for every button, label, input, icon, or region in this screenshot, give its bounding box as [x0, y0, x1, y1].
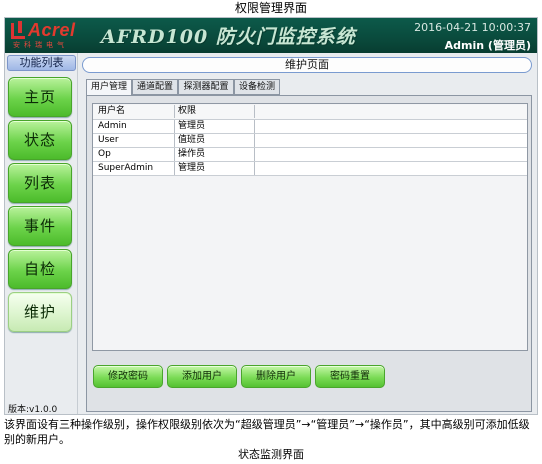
column-header-permission: 权限: [175, 105, 255, 118]
system-title: AFRD100 防火门监控系统: [101, 26, 356, 48]
caption-top: 权限管理界面: [234, 1, 307, 15]
table-row[interactable]: SuperAdmin 管理员: [93, 161, 527, 175]
cell-blank: [255, 148, 335, 161]
cell-permission: 管理员: [175, 120, 255, 133]
sidebar: 功能列表 主页 状态 列表 事件 自检 维护 版本:v1.0.0: [5, 53, 78, 415]
sidebar-item-list[interactable]: 列表: [8, 163, 72, 203]
user-table[interactable]: 用户名 权限 Admin 管理员 User 值班员 Op 操作员 SuperAd…: [92, 103, 528, 351]
sidebar-item-maintenance[interactable]: 维护: [8, 292, 72, 332]
cell-username: User: [95, 134, 175, 147]
caption-bottom: 状态监测界面: [238, 448, 304, 461]
reset-password-button[interactable]: 密码重置: [315, 365, 385, 388]
main-area: 维护页面 用户管理 通道配置 探测器配置 设备检测 用户名 权限 Admin 管…: [82, 57, 534, 412]
cell-permission: 管理员: [175, 162, 255, 175]
column-header-blank: [255, 105, 335, 118]
acrel-logo: Acrel 安科瑞电气: [11, 20, 89, 49]
description-text: 该界面设有三种操作级别，操作权限级别依次为“超级管理员”→“管理员”→“操作员”…: [4, 418, 530, 446]
add-user-button[interactable]: 添加用户: [167, 365, 237, 388]
cell-username: Admin: [95, 120, 175, 133]
version-label: 版本:v1.0.0: [8, 405, 58, 415]
tab-content-panel: 用户名 权限 Admin 管理员 User 值班员 Op 操作员 SuperAd…: [86, 95, 532, 412]
page-title: 维护页面: [82, 57, 532, 73]
change-password-button[interactable]: 修改密码: [93, 365, 163, 388]
logo-text: Acrel: [28, 20, 76, 40]
datetime-display: 2016-04-21 10:00:37: [414, 21, 531, 34]
tab-detector-config[interactable]: 探测器配置: [178, 79, 234, 95]
cell-blank: [255, 162, 335, 175]
sidebar-item-selftest[interactable]: 自检: [8, 249, 72, 289]
tab-device-check[interactable]: 设备检测: [234, 79, 280, 95]
cell-username: SuperAdmin: [95, 162, 175, 175]
delete-user-button[interactable]: 删除用户: [241, 365, 311, 388]
title-bar: Acrel 安科瑞电气 AFRD100 防火门监控系统 2016-04-21 1…: [5, 18, 537, 53]
cell-permission: 值班员: [175, 134, 255, 147]
table-divider: [93, 175, 527, 176]
sidebar-item-events[interactable]: 事件: [8, 206, 72, 246]
logo-subtext: 安科瑞电气: [13, 41, 68, 49]
cell-blank: [255, 134, 335, 147]
cell-username: Op: [95, 148, 175, 161]
tab-user-management[interactable]: 用户管理: [86, 79, 132, 96]
table-header: 用户名 权限: [93, 105, 527, 119]
cell-blank: [255, 120, 335, 133]
column-header-username: 用户名: [95, 105, 175, 118]
table-row[interactable]: Admin 管理员: [93, 119, 527, 133]
sidebar-title: 功能列表: [7, 55, 76, 71]
sidebar-item-status[interactable]: 状态: [8, 120, 72, 160]
table-row[interactable]: Op 操作员: [93, 147, 527, 161]
cell-permission: 操作员: [175, 148, 255, 161]
tab-channel-config[interactable]: 通道配置: [132, 79, 178, 95]
sidebar-item-home[interactable]: 主页: [8, 77, 72, 117]
logo-mark-icon: [11, 21, 25, 39]
app-window: Acrel 安科瑞电气 AFRD100 防火门监控系统 2016-04-21 1…: [4, 17, 538, 415]
table-row[interactable]: User 值班员: [93, 133, 527, 147]
current-user: Admin (管理员): [444, 39, 531, 52]
